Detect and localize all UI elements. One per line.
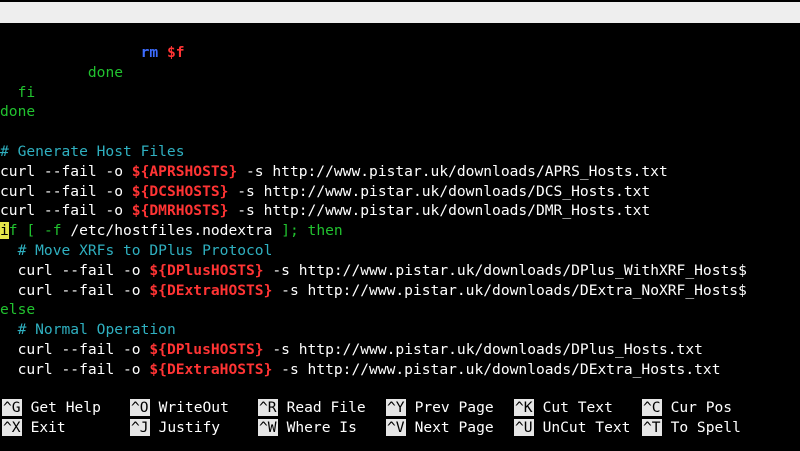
shortcut-key: ^O — [130, 399, 150, 416]
variable: ${DExtraHOSTS} — [149, 281, 273, 299]
code-line[interactable]: # Generate Host Files — [0, 142, 800, 162]
keyword: done — [0, 103, 36, 121]
code-line[interactable]: curl --fail -o ${DPlusHOSTS} -s http://w… — [0, 340, 800, 360]
code-line[interactable]: rm $f — [0, 43, 800, 63]
file-path: /etc/hostfiles.nodextra — [70, 222, 273, 240]
shortcut-key: ^G — [2, 399, 22, 416]
shortcut-key: ^W — [258, 419, 278, 436]
shortcut-row: ^G Get Help ^O WriteOut ^R Read File ^Y Prev… — [0, 398, 800, 418]
curl-command: curl --fail -o — [17, 340, 150, 358]
text-cursor: i — [0, 222, 9, 240]
code-line[interactable]: # Move XRFs to DPlus Protocol — [0, 241, 800, 261]
rm-command: rm — [140, 44, 159, 61]
url-text: -s http://www.pistar.uk/downloads/DPlus_… — [263, 340, 703, 358]
shortcut-label: Exit — [30, 419, 66, 436]
shortcut-justify[interactable]: ^J Justify — [130, 418, 220, 438]
url-text: -s http://www.pistar.uk/downloads/DPlus_… — [263, 261, 747, 279]
code-line[interactable]: curl --fail -o ${DExtraHOSTS} -s http://… — [0, 281, 800, 301]
comment: # Move XRFs to DPlus Protocol — [17, 241, 273, 259]
code-line[interactable]: curl --fail -o ${DCSHOSTS} -s http://www… — [0, 182, 800, 202]
curl-command: curl --fail -o — [17, 360, 150, 378]
code-line-empty[interactable] — [0, 122, 800, 142]
shortcut-key: ^V — [386, 419, 406, 436]
shortcut-read-file[interactable]: ^R Read File — [258, 398, 366, 418]
shortcut-to-spell[interactable]: ^T To Spell — [642, 418, 741, 438]
curl-command: curl --fail -o — [0, 182, 132, 200]
shortcut-exit[interactable]: ^X Exit — [2, 418, 66, 438]
url-text: -s http://www.pistar.uk/downloads/DCS_Ho… — [228, 182, 651, 200]
variable: ${DMRHOSTS} — [131, 202, 229, 220]
shortcut-row: ^X Exit ^J Justify ^W Where Is ^V Next Page … — [0, 418, 800, 438]
shortcut-label: Cur Pos — [670, 399, 733, 416]
url-text: -s http://www.pistar.uk/downloads/APRS_H… — [237, 162, 668, 180]
code-line[interactable]: curl --fail -o ${APRSHOSTS} -s http://ww… — [0, 162, 800, 182]
shortcut-key: ^R — [258, 399, 278, 416]
shortcut-label: UnCut Text — [542, 419, 631, 436]
keyword: done — [87, 63, 124, 81]
shortcut-writeout[interactable]: ^O WriteOut — [130, 398, 229, 418]
app-version: GNU nano 2.2.6 — [20, 25, 144, 42]
code-line[interactable]: curl --fail -o ${DExtraHOSTS} -s http://… — [0, 360, 800, 380]
curl-command: curl --fail -o — [0, 162, 132, 180]
shortcut-key: ^T — [642, 419, 662, 436]
shortcut-key: ^J — [130, 419, 150, 436]
comment: # Normal Operation — [17, 321, 176, 339]
keyword: fi — [17, 83, 36, 101]
editor-area[interactable]: rm $f done fi done # Generate Host Files… — [0, 43, 800, 380]
curl-command: curl --fail -o — [17, 281, 150, 299]
variable: ${DPlusHOSTS} — [149, 340, 264, 358]
shortcut-get-help[interactable]: ^G Get Help — [2, 398, 101, 418]
shortcut-label: Cut Text — [542, 399, 613, 416]
url-text: -s http://www.pistar.uk/downloads/DExtra… — [272, 360, 721, 378]
shortcut-label: Next Page — [414, 419, 494, 436]
url-text: -s http://www.pistar.uk/downloads/DMR_Ho… — [228, 202, 651, 220]
shortcut-key: ^U — [514, 419, 534, 436]
curl-command: curl --fail -o — [0, 202, 132, 220]
code-line[interactable]: # Normal Operation — [0, 320, 800, 340]
code-line[interactable]: done — [0, 102, 800, 122]
shortcut-next-page[interactable]: ^V Next Page — [386, 418, 494, 438]
comment: # Generate Host Files — [0, 142, 185, 160]
keyword: ]; then — [272, 222, 343, 240]
shortcut-key: ^C — [642, 399, 662, 416]
keyword: f [ -f — [8, 222, 71, 240]
shortcut-label: Read File — [286, 399, 366, 416]
variable: ${DExtraHOSTS} — [149, 360, 273, 378]
shortcut-cut-text[interactable]: ^K Cut Text — [514, 398, 613, 418]
variable: ${DCSHOSTS} — [131, 182, 229, 200]
code-line[interactable]: curl --fail -o ${DPlusHOSTS} -s http://w… — [0, 261, 800, 281]
shortcut-label: WriteOut — [158, 399, 229, 416]
curl-command: curl --fail -o — [17, 261, 150, 279]
shortcut-where-is[interactable]: ^W Where Is — [258, 418, 357, 438]
variable: ${APRSHOSTS} — [131, 162, 238, 180]
code-line[interactable]: done — [0, 63, 800, 83]
shortcut-key: ^K — [514, 399, 534, 416]
keyword: else — [0, 301, 36, 319]
shortcut-label: Justify — [158, 419, 221, 436]
shortcut-key: ^X — [2, 419, 22, 436]
shortcut-label: To Spell — [670, 419, 741, 436]
code-line[interactable]: else — [0, 300, 800, 320]
shortcut-key: ^Y — [386, 399, 406, 416]
shortcut-label: Get Help — [30, 399, 101, 416]
shortcut-bar: ^G Get Help ^O WriteOut ^R Read File ^Y Prev… — [0, 398, 800, 438]
variable: $f — [166, 44, 185, 61]
title-bar: GNU nano 2.2.6 File: HostFilesUpdate.sh … — [0, 2, 800, 84]
shortcut-prev-page[interactable]: ^Y Prev Page — [386, 398, 494, 418]
shortcut-label: Where Is — [286, 419, 357, 436]
shortcut-label: Prev Page — [414, 399, 494, 416]
shortcut-uncut-text[interactable]: ^U UnCut Text — [514, 418, 630, 438]
shortcut-cur-pos[interactable]: ^C Cur Pos — [642, 398, 732, 418]
variable: ${DPlusHOSTS} — [149, 261, 264, 279]
nano-terminal: GNU nano 2.2.6 File: HostFilesUpdate.sh … — [0, 0, 800, 451]
code-line[interactable]: if [ -f /etc/hostfiles.nodextra ]; then — [0, 221, 800, 241]
url-text: -s http://www.pistar.uk/downloads/DExtra… — [272, 281, 747, 299]
code-line[interactable]: fi — [0, 83, 800, 103]
code-line[interactable]: curl --fail -o ${DMRHOSTS} -s http://www… — [0, 201, 800, 221]
